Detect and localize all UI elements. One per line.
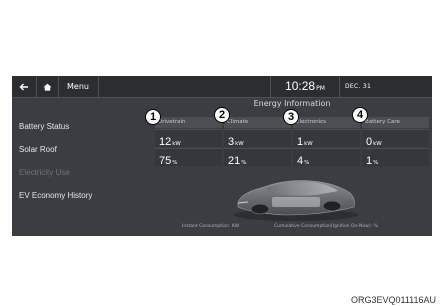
power-cell: 1kW	[293, 129, 360, 148]
infotainment-screen: Menu 10:28 PM DEC. 31 Battery Status Sol…	[12, 76, 432, 236]
car-illustration	[224, 173, 364, 223]
percent-unit: %	[373, 160, 379, 166]
sidebar-item-solar-roof[interactable]: Solar Roof	[19, 145, 57, 154]
power-cell: 3kW	[224, 129, 291, 148]
date-display: DEC. 31	[345, 83, 372, 90]
callout-marker-3: 3	[283, 109, 299, 125]
power-cell: 0kW	[362, 129, 429, 148]
energy-column-electronics: Electronics 1kW 4%	[293, 117, 360, 171]
callout-marker-4: 4	[352, 107, 368, 123]
instant-consumption-note: Instant Consumption: KW	[182, 224, 240, 229]
power-value: 1	[297, 136, 304, 148]
home-button[interactable]	[36, 76, 59, 97]
clock-time: 10:28	[285, 79, 316, 93]
power-unit: kW	[172, 141, 181, 147]
menu-label: Menu	[67, 82, 89, 91]
percent-value: 21	[228, 155, 241, 167]
sidebar-item-ev-economy-history[interactable]: EV Economy History	[19, 191, 92, 200]
menu-button[interactable]: Menu	[58, 76, 99, 97]
percent-cell: 1%	[362, 148, 429, 167]
percent-unit: %	[304, 160, 310, 166]
percent-unit: %	[241, 160, 247, 166]
column-header: Electronics	[293, 117, 360, 128]
energy-column-climate: Climate 3kW 21%	[224, 117, 291, 171]
page-title: Energy Information	[253, 99, 331, 108]
percent-cell: 4%	[293, 148, 360, 167]
figure-code: ORG3EVQ011116AU	[350, 295, 436, 305]
percent-value: 1	[366, 155, 373, 167]
power-value: 0	[366, 136, 373, 148]
percent-unit: %	[172, 160, 178, 166]
sidebar-item-battery-status[interactable]: Battery Status	[19, 122, 69, 131]
top-bar: Menu 10:28 PM DEC. 31	[12, 76, 432, 98]
callout-marker-1: 1	[145, 109, 161, 125]
back-arrow-icon	[19, 83, 28, 90]
sidebar: Battery Status Solar Roof Electricity Us…	[12, 98, 152, 236]
percent-value: 4	[297, 155, 304, 167]
column-header: Battery Care	[362, 117, 429, 128]
clock-ampm: PM	[316, 85, 325, 92]
energy-column-drivetrain: Drivetrain 12kW 75%	[155, 117, 222, 171]
percent-cell: 75%	[155, 148, 222, 167]
home-icon	[43, 83, 51, 91]
column-header: Climate	[224, 117, 291, 128]
cumulative-consumption-note: Cumulative Consumption(Ignition On-Now):…	[274, 224, 378, 229]
power-cell: 12kW	[155, 129, 222, 148]
clock: 10:28 PM	[270, 76, 340, 97]
sidebar-item-electricity-use[interactable]: Electricity Use	[19, 168, 70, 177]
power-unit: kW	[373, 141, 382, 147]
callout-marker-2: 2	[214, 107, 230, 123]
back-button[interactable]	[12, 76, 37, 97]
power-value: 12	[159, 136, 172, 148]
percent-value: 75	[159, 155, 172, 167]
power-unit: kW	[235, 141, 244, 147]
energy-column-battery-care: Battery Care 0kW 1%	[362, 117, 429, 171]
power-unit: kW	[304, 141, 313, 147]
percent-cell: 21%	[224, 148, 291, 167]
power-value: 3	[228, 136, 235, 148]
column-header: Drivetrain	[155, 117, 222, 128]
